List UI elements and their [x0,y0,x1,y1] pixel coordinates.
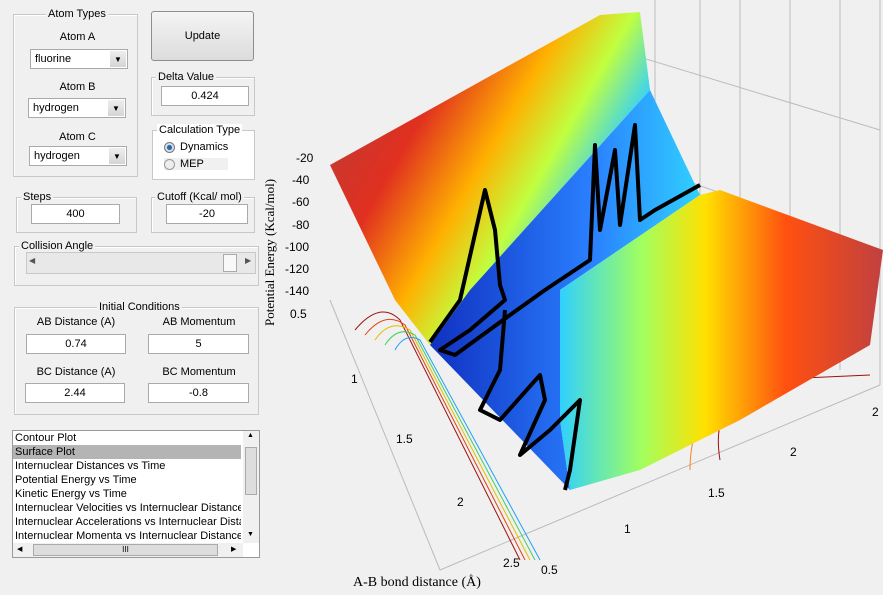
z-axis-label: Potential Energy (Kcal/mol) [262,178,277,326]
x-tick: 2.5 [503,556,520,570]
y-tick: 0.5 [541,563,558,577]
surface-plot[interactable] [0,0,883,595]
y-tick: 1 [624,522,631,536]
z-tick: -60 [292,195,310,209]
z-tick: -120 [285,262,310,276]
y-tick: 1.5 [708,486,725,500]
y-tick: 2 [872,405,879,419]
z-tick: -20 [296,151,314,165]
z-tick: -140 [285,284,310,298]
x-tick: 0.5 [290,307,307,321]
z-tick: -100 [285,240,310,254]
y-tick: 2 [790,445,797,459]
x-axis-label: A-B bond distance (Å) [353,575,481,590]
x-tick: 1.5 [396,432,413,446]
x-tick: 2 [457,495,464,509]
x-tick: 1 [351,372,358,386]
z-tick: -80 [292,218,310,232]
z-tick: -40 [292,173,310,187]
